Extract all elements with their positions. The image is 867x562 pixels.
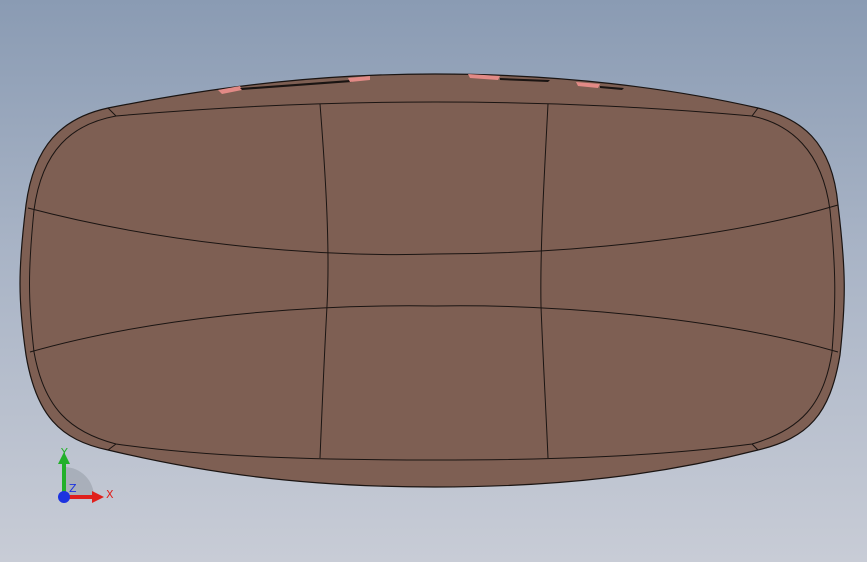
model-body[interactable] [19, 73, 845, 488]
model-view[interactable] [0, 0, 867, 562]
x-axis-label: X [106, 488, 114, 501]
coordinate-triad: Y X Z [58, 446, 114, 503]
x-axis-arrow [92, 491, 104, 503]
y-axis-label: Y [60, 446, 68, 459]
graphics-viewport[interactable]: Y X Z [0, 0, 867, 562]
z-axis-label: Z [69, 482, 77, 495]
